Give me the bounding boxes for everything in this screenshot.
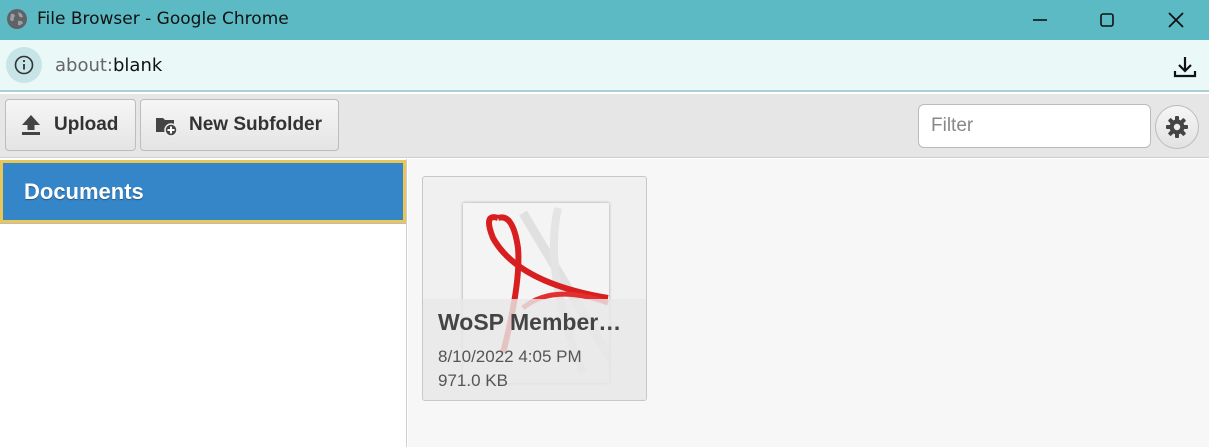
close-icon (1168, 12, 1184, 28)
downloads-button[interactable] (1168, 50, 1202, 84)
upload-icon (18, 112, 44, 138)
divider (0, 223, 406, 224)
gear-icon (1166, 116, 1188, 138)
site-info-button[interactable] (6, 47, 42, 83)
upload-label: Upload (54, 114, 119, 135)
file-browser-toolbar: Upload New Subfolder (0, 94, 1209, 158)
sidebar-item-documents[interactable]: Documents (0, 160, 406, 223)
window-titlebar: File Browser - Google Chrome (0, 0, 1209, 40)
globe-icon (7, 9, 27, 29)
download-icon (1173, 57, 1197, 78)
file-modified-date: 8/10/2022 4:05 PM (438, 347, 582, 366)
maximize-icon (1100, 13, 1114, 27)
filter-input[interactable] (918, 104, 1151, 148)
info-icon (14, 55, 34, 75)
file-name: WoSP Member… (438, 309, 622, 335)
file-tile[interactable]: WoSP Member… 8/10/2022 4:05 PM 971.0 KB (422, 176, 647, 401)
window-title: File Browser - Google Chrome (37, 9, 289, 29)
url-field[interactable]: about:blank (55, 55, 162, 76)
add-folder-icon (153, 112, 179, 138)
upload-button[interactable]: Upload (5, 99, 136, 151)
settings-button[interactable] (1155, 105, 1199, 149)
url-path: blank (113, 55, 163, 76)
minimize-icon (1033, 19, 1047, 21)
url-scheme: about: (55, 55, 113, 76)
minimize-button[interactable] (1007, 0, 1073, 40)
folder-sidebar: Documents (0, 159, 407, 447)
new-subfolder-label: New Subfolder (189, 114, 323, 135)
close-button[interactable] (1143, 0, 1209, 40)
maximize-button[interactable] (1074, 0, 1140, 40)
file-size: 971.0 KB (438, 371, 508, 390)
address-bar: about:blank (0, 40, 1209, 92)
file-list-area: WoSP Member… 8/10/2022 4:05 PM 971.0 KB (408, 159, 1209, 447)
new-subfolder-button[interactable]: New Subfolder (140, 99, 339, 151)
sidebar-item-label: Documents (24, 178, 144, 204)
